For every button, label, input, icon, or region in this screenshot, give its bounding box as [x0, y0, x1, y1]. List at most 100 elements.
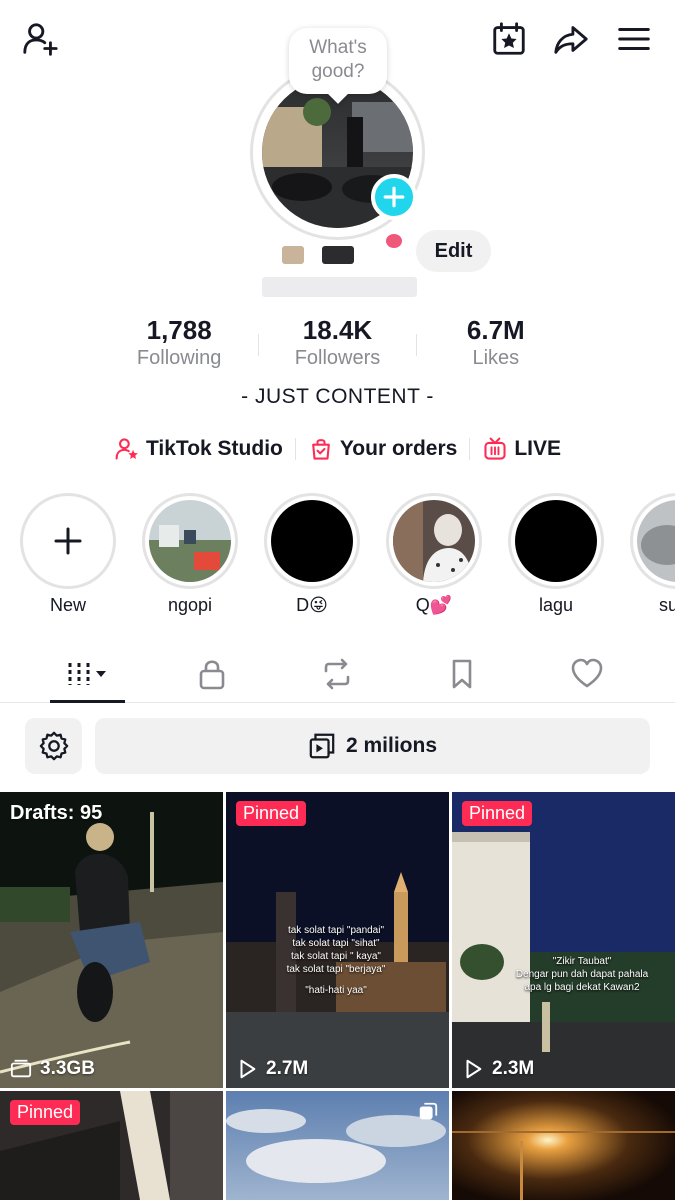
- caption-line: Dengar pun dah dapat pahala: [515, 969, 649, 980]
- highlight-label: D😜: [296, 595, 328, 615]
- caption-line: tak solat tapi " kaya": [291, 951, 381, 962]
- tab-videos[interactable]: [48, 651, 128, 697]
- video-tile[interactable]: Pinned tak solat tapi "pandai" tak solat…: [226, 792, 449, 1088]
- plus-icon: [54, 527, 82, 555]
- caption-line: tak solat tapi "pandai": [287, 925, 385, 936]
- highlight-new[interactable]: New: [18, 493, 118, 616]
- view-count: 2.7M: [266, 1058, 309, 1079]
- tab-liked[interactable]: [547, 651, 627, 697]
- link-label: Your orders: [339, 437, 458, 460]
- link-label: LIVE: [514, 437, 562, 460]
- live-link[interactable]: LIVE: [470, 436, 573, 462]
- stat-value: 18.4K: [302, 315, 373, 345]
- video-tile[interactable]: Pinned: [0, 1091, 223, 1200]
- video-caption: "Zikir Taubat" Dengar pun dah dapat paha…: [497, 955, 667, 994]
- highlight-thumbnail: [637, 500, 675, 582]
- plus-icon: [383, 186, 405, 208]
- video-tile[interactable]: [452, 1091, 675, 1200]
- highlight-label: suns: [658, 595, 675, 615]
- highlight-lagu[interactable]: lagu: [506, 493, 606, 616]
- repost-icon: [324, 658, 350, 690]
- highlight-thumbnail: [515, 500, 597, 582]
- status-bubble[interactable]: What's good?: [289, 28, 387, 94]
- caption-line: "hati-hati yaa": [305, 985, 367, 996]
- lock-icon: [199, 660, 225, 690]
- highlight-thumbnail: [271, 500, 353, 582]
- highlight-circle: [630, 493, 675, 589]
- hamburger-menu-icon: [618, 27, 650, 51]
- stats-row: 1,788 Following 18.4K Followers 6.7M Lik…: [100, 314, 575, 374]
- highlight-label: New: [49, 595, 86, 615]
- highlight-suns[interactable]: suns: [628, 493, 675, 616]
- video-stat: 2.7M: [236, 1058, 308, 1080]
- tab-private[interactable]: [172, 651, 252, 697]
- heart-icon: [571, 658, 603, 688]
- stat-value: 6.7M: [466, 315, 525, 345]
- bubble-line-1: What's: [309, 37, 367, 58]
- gear-icon: [39, 731, 68, 761]
- highlight-ngopi[interactable]: ngopi: [140, 493, 240, 616]
- highlight-circle: [386, 493, 482, 589]
- video-stat: 2.3M: [462, 1058, 534, 1080]
- caption-line: tak solat tapi "berjaya": [286, 964, 386, 975]
- share-button[interactable]: [549, 17, 593, 61]
- stat-following[interactable]: 1,788 Following: [100, 314, 258, 374]
- stat-label: Likes: [472, 347, 520, 369]
- add-story-button[interactable]: [371, 174, 417, 220]
- pinned-badge: Pinned: [10, 1100, 81, 1125]
- highlight-thumbnail: [393, 500, 475, 582]
- stat-likes[interactable]: 6.7M Likes: [417, 314, 575, 374]
- blurred-name: [282, 246, 304, 264]
- folder-icon: [10, 1059, 32, 1078]
- video-tile[interactable]: Pinned "Zikir Taubat" Dengar pun dah dap…: [452, 792, 675, 1088]
- video-thumbnail: [452, 792, 675, 1088]
- stat-value: 1,788: [146, 315, 212, 345]
- profile-links: TikTok Studio Your orders LIVE: [0, 432, 675, 466]
- tab-favorites[interactable]: [422, 651, 502, 697]
- grid-toolbar: 2 milions: [25, 718, 650, 774]
- username-row: [0, 232, 675, 297]
- stat-followers[interactable]: 18.4K Followers: [258, 314, 416, 374]
- creator-star-icon: [115, 438, 138, 460]
- shopping-bag-icon: [312, 439, 330, 460]
- tab-reposts[interactable]: [297, 651, 377, 697]
- video-caption: tak solat tapi "pandai" tak solat tapi "…: [266, 924, 406, 997]
- play-icon: [240, 1059, 256, 1079]
- profile-bio: - JUST CONTENT -: [241, 385, 434, 408]
- caption-line: tak solat tapi "sihat": [292, 938, 380, 949]
- collection-icon: [309, 733, 335, 759]
- stat-label: Followers: [294, 347, 381, 369]
- highlight-q[interactable]: Q💕: [384, 493, 484, 616]
- caption-line: apa lg bagi dekat Kawan2: [524, 982, 640, 993]
- drafts-count: Drafts: 95: [10, 802, 103, 824]
- collection-button[interactable]: 2 milions: [95, 718, 650, 774]
- video-thumbnail: [0, 792, 223, 1088]
- tiktok-studio-link[interactable]: TikTok Studio: [102, 436, 295, 462]
- menu-button[interactable]: [612, 17, 656, 61]
- edit-profile-button[interactable]: Edit: [416, 230, 491, 272]
- view-count: 2.3M: [492, 1058, 535, 1079]
- caption-line: "Zikir Taubat": [552, 956, 612, 967]
- active-tab-indicator: [50, 700, 125, 703]
- add-friend-button[interactable]: [18, 17, 62, 61]
- settings-button[interactable]: [25, 718, 82, 774]
- video-tile[interactable]: [226, 1091, 449, 1200]
- calendar-button[interactable]: [487, 17, 531, 61]
- highlight-label: lagu: [538, 595, 574, 615]
- video-thumbnail: [452, 1091, 675, 1200]
- blurred-name: [322, 246, 354, 264]
- your-orders-link[interactable]: Your orders: [296, 436, 469, 462]
- video-tile-drafts[interactable]: Drafts: 95 3.3GB: [0, 792, 223, 1088]
- highlight-label: ngopi: [167, 595, 213, 615]
- stat-label: Following: [136, 347, 222, 369]
- blurred-handle: [262, 277, 417, 297]
- highlight-thumbnail: [149, 500, 231, 582]
- highlight-circle: [508, 493, 604, 589]
- videos-grid-icon: [68, 663, 106, 685]
- person-plus-icon: [23, 23, 58, 56]
- video-thumbnail: [226, 1091, 449, 1200]
- highlight-d[interactable]: D😜: [262, 493, 362, 616]
- highlight-circle: [264, 493, 360, 589]
- highlight-label: Q💕: [415, 595, 453, 615]
- highlight-circle: [142, 493, 238, 589]
